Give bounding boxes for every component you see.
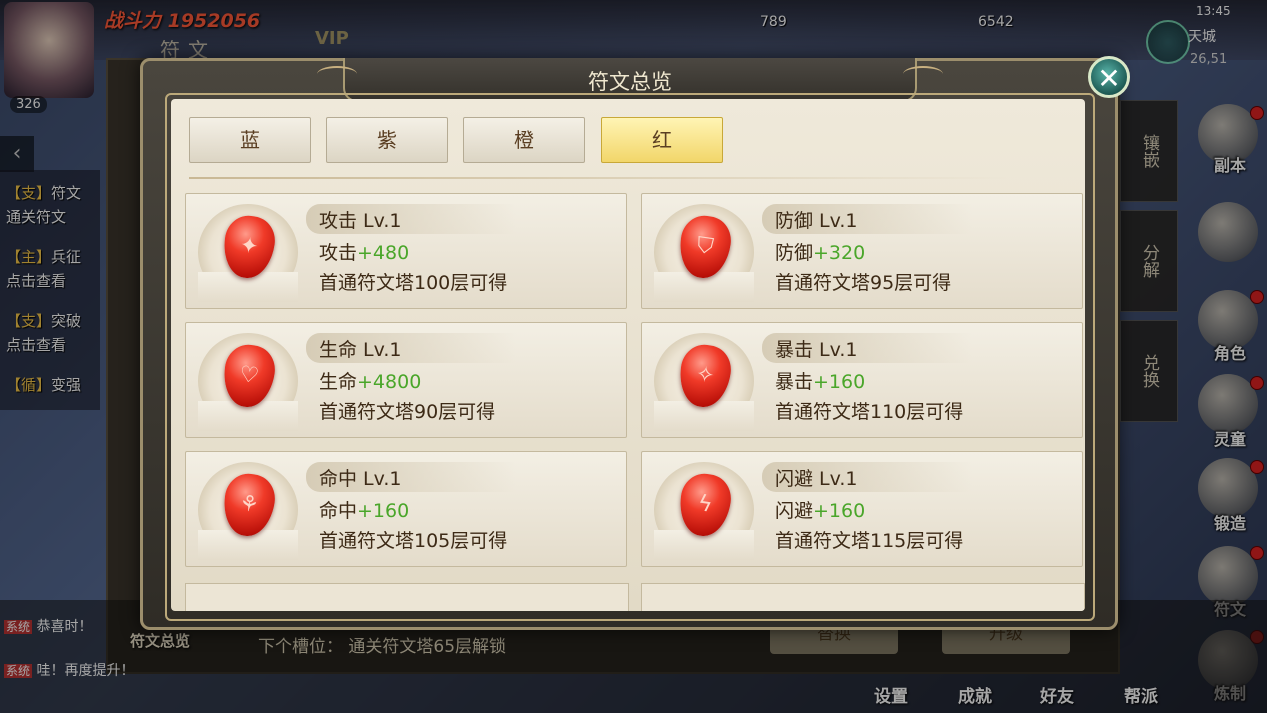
rune-card-life[interactable]: ♡ 生命 Lv.1 生命+4800 首通符文塔90层可得 <box>185 322 627 438</box>
rune-card-partial[interactable] <box>641 583 1085 611</box>
rune-card-hit[interactable]: ⚘ 命中 Lv.1 命中+160 首通符文塔105层可得 <box>185 451 627 567</box>
rune-source: 首通符文塔95层可得 <box>775 272 952 294</box>
rune-name: 攻击 Lv.1 <box>319 210 402 232</box>
rune-card-attack[interactable]: ✦ 攻击 Lv.1 攻击+480 首通符文塔100层可得 <box>185 193 627 309</box>
rune-stat: 暴击+160 <box>775 371 866 393</box>
stat-bonus: +160 <box>813 371 866 393</box>
stat-bonus: +320 <box>813 242 866 264</box>
stat-bonus: +160 <box>813 500 866 522</box>
rune-name: 防御 Lv.1 <box>775 210 858 232</box>
rune-stat: 攻击+480 <box>319 242 410 264</box>
close-x-icon[interactable]: ✕ <box>1088 56 1130 98</box>
rune-name: 暴击 Lv.1 <box>775 339 858 361</box>
rune-name: 闪避 Lv.1 <box>775 468 858 490</box>
rune-card-dodge[interactable]: ϟ 闪避 Lv.1 闪避+160 首通符文塔115层可得 <box>641 451 1083 567</box>
rune-source: 首通符文塔110层可得 <box>775 401 964 423</box>
rune-source: 首通符文塔105层可得 <box>319 530 508 552</box>
dialog-header: 符文总览 <box>317 58 943 102</box>
rune-source: 首通符文塔115层可得 <box>775 530 964 552</box>
stat-bonus: +160 <box>357 500 410 522</box>
stat-bonus: +4800 <box>357 371 422 393</box>
rune-list-panel[interactable]: 蓝 紫 橙 红 ✦ 攻击 Lv.1 攻击+480 首通符文塔100层可得 ⛉ 防… <box>171 99 1085 611</box>
tab-blue[interactable]: 蓝 <box>189 117 311 163</box>
rune-name: 命中 Lv.1 <box>319 468 402 490</box>
tab-orange[interactable]: 橙 <box>463 117 585 163</box>
rune-overview-dialog: 符文总览 蓝 紫 橙 红 ✦ 攻击 Lv.1 攻击+480 首通符文塔100层可… <box>140 58 1118 630</box>
rune-stat: 命中+160 <box>319 500 410 522</box>
rune-source: 首通符文塔90层可得 <box>319 401 496 423</box>
rune-stat: 闪避+160 <box>775 500 866 522</box>
rune-name: 生命 Lv.1 <box>319 339 402 361</box>
rune-stat: 生命+4800 <box>319 371 422 393</box>
rune-card-defense[interactable]: ⛉ 防御 Lv.1 防御+320 首通符文塔95层可得 <box>641 193 1083 309</box>
rune-stat: 防御+320 <box>775 242 866 264</box>
rune-card-partial[interactable] <box>185 583 629 611</box>
stat-bonus: +480 <box>357 242 410 264</box>
tab-divider <box>189 177 1009 179</box>
tab-purple[interactable]: 紫 <box>326 117 448 163</box>
rune-source: 首通符文塔100层可得 <box>319 272 508 294</box>
tab-red[interactable]: 红 <box>601 117 723 163</box>
rune-card-crit[interactable]: ✧ 暴击 Lv.1 暴击+160 首通符文塔110层可得 <box>641 322 1083 438</box>
dialog-title: 符文总览 <box>588 70 672 94</box>
